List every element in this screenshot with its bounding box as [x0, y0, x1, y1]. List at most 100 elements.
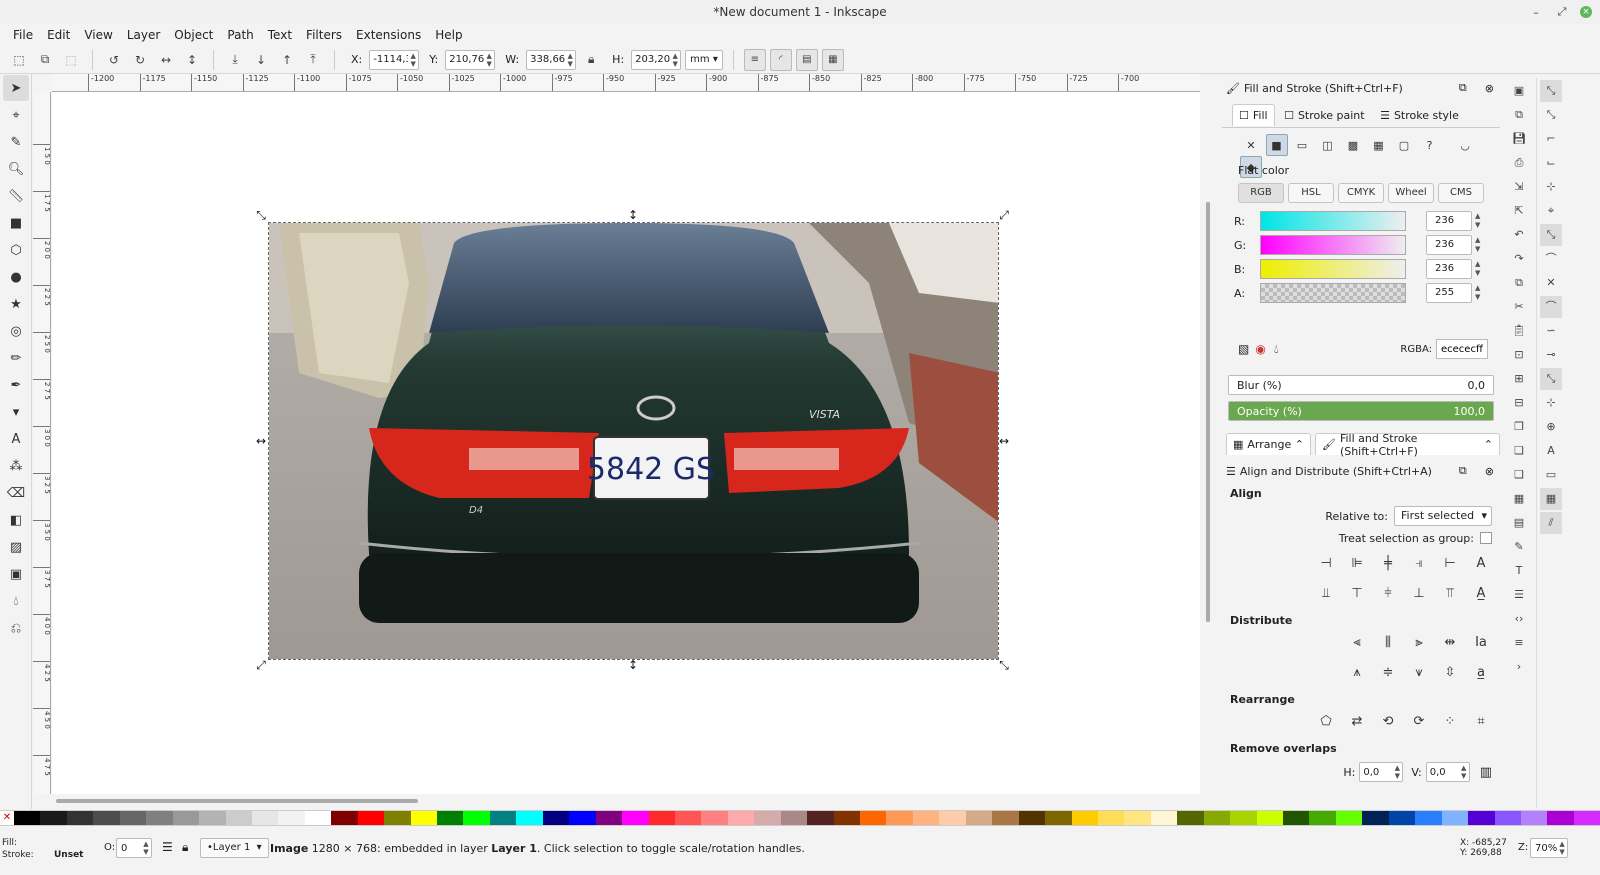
palette-swatch[interactable] — [727, 811, 755, 825]
selector-tool-icon[interactable]: ➤ — [3, 75, 29, 101]
blue-value[interactable]: 236 — [1426, 259, 1472, 279]
scale-handle-e[interactable]: ↔ — [997, 434, 1011, 448]
exchange-selection-order-icon[interactable]: ⇄ — [1346, 710, 1368, 732]
align-baseline-icon[interactable]: A̲ — [1470, 582, 1492, 604]
swatch-icon[interactable]: ▢ — [1393, 134, 1415, 156]
text-font-icon[interactable]: T — [1508, 560, 1530, 582]
palette-swatch[interactable] — [489, 811, 517, 825]
current-layer-select[interactable]: •Layer 1 ▾ — [200, 838, 269, 858]
redo-icon[interactable]: ↷ — [1508, 248, 1530, 270]
palette-swatch[interactable] — [1150, 811, 1178, 825]
measure-tool-icon[interactable]: 📏︎ — [3, 183, 29, 209]
x-input[interactable] — [370, 54, 409, 65]
flip-vertical-icon[interactable]: ↕ — [181, 49, 203, 71]
palette-swatch[interactable] — [40, 811, 67, 825]
unclump-icon[interactable]: ⌗ — [1470, 710, 1492, 732]
mode-cmyk[interactable]: CMYK — [1338, 183, 1384, 203]
palette-swatch[interactable] — [1520, 811, 1548, 825]
eraser-tool-icon[interactable]: ⌫ — [3, 480, 29, 506]
palette-swatch[interactable] — [595, 811, 623, 825]
overlap-h-field[interactable]: ▲▼ — [1359, 762, 1404, 782]
distribute-bottom-icon[interactable]: ⩛ — [1408, 661, 1430, 683]
tab-fill-stroke[interactable]: 🖌︎ Fill and Stroke (Shift+Ctrl+F) ⌃ — [1314, 432, 1500, 458]
fill-stroke-dialog-icon[interactable]: ✎ — [1508, 536, 1530, 558]
select-all-layers-icon[interactable]: ⧉ — [34, 49, 56, 71]
menu-extensions[interactable]: Extensions — [349, 28, 428, 42]
paint-bucket-icon[interactable]: ◧ — [3, 507, 29, 533]
palette-swatch[interactable] — [1547, 811, 1574, 825]
palette-swatch[interactable] — [992, 811, 1019, 825]
spin-arrows-icon[interactable]: ▲ ▼ — [141, 840, 151, 856]
distribute-baselines-h-icon[interactable]: Ia — [1470, 631, 1492, 653]
palette-swatch[interactable] — [410, 811, 437, 825]
mode-cms[interactable]: CMS — [1438, 183, 1484, 203]
dock-icon[interactable]: ⧉ — [1459, 81, 1467, 95]
red-slider[interactable] — [1260, 211, 1406, 231]
palette-swatch[interactable] — [199, 811, 226, 825]
palette-swatch[interactable] — [674, 811, 702, 825]
zoom-drawing-icon[interactable]: ⊞ — [1508, 368, 1530, 390]
palette-swatch[interactable] — [1335, 811, 1363, 825]
align-left-edges-icon[interactable]: ⊫ — [1346, 552, 1368, 574]
more-icon[interactable]: › — [1508, 656, 1530, 678]
rotate-ccw-icon[interactable]: ↺ — [103, 49, 125, 71]
gradient-tool-icon[interactable]: ▨ — [3, 534, 29, 560]
spin-arrows-icon[interactable]: ▲ ▼ — [1475, 260, 1480, 278]
x-field[interactable]: ▲▼ — [369, 49, 420, 70]
tab-fill[interactable]: ☐ Fill — [1232, 104, 1275, 126]
blur-control[interactable]: Blur (%) 0,0 — [1228, 375, 1494, 395]
opacity-control[interactable]: Opacity (%) 100,0 — [1228, 401, 1494, 421]
palette-swatch[interactable] — [384, 811, 411, 825]
clone-icon[interactable]: ❏ — [1508, 440, 1530, 462]
scale-handle-se[interactable]: ⤡ — [997, 658, 1011, 672]
scale-handle-sw[interactable]: ⤢ — [254, 658, 268, 672]
snap-bbox-midpoints-icon[interactable]: ⊹ — [1540, 176, 1562, 198]
close-panel-icon[interactable]: ⊗ — [1485, 82, 1494, 95]
palette-swatch[interactable] — [1203, 811, 1231, 825]
palette-swatch[interactable] — [1230, 811, 1257, 825]
palette-swatch[interactable] — [1283, 811, 1310, 825]
align-right-edges-icon[interactable]: ⫣ — [1408, 552, 1430, 574]
scale-handle-n[interactable]: ↕ — [626, 208, 640, 222]
palette-swatch[interactable] — [542, 811, 570, 825]
palette-swatch[interactable] — [1071, 811, 1098, 825]
palette-swatch[interactable] — [807, 811, 834, 825]
snap-smooth-nodes-icon[interactable]: ∽ — [1540, 320, 1562, 342]
box3d-tool-icon[interactable]: ⬡ — [3, 237, 29, 263]
dropper-icon[interactable]: 💧︎ — [1274, 342, 1279, 357]
zoom-page-icon[interactable]: ⊟ — [1508, 392, 1530, 414]
scroll-thumb[interactable] — [1206, 202, 1210, 622]
flip-horizontal-icon[interactable]: ↔ — [155, 49, 177, 71]
menu-path[interactable]: Path — [220, 28, 260, 42]
menu-view[interactable]: View — [77, 28, 119, 42]
distribute-left-icon[interactable]: ⫷ — [1346, 631, 1368, 653]
distribute-gaps-v-icon[interactable]: ⇳ — [1439, 661, 1461, 683]
snap-cusp-nodes-icon[interactable]: ⌒ — [1540, 296, 1562, 318]
snap-bbox-centers-icon[interactable]: ⌖ — [1540, 200, 1562, 222]
distribute-centers-h-icon[interactable]: ⫼ — [1377, 631, 1399, 653]
spin-arrows-icon[interactable]: ▲ ▼ — [1475, 212, 1480, 230]
paste-icon[interactable]: 📋︎ — [1508, 320, 1530, 342]
lock-ratio-icon[interactable]: 🔒︎ — [580, 49, 602, 71]
menu-file[interactable]: File — [6, 28, 40, 42]
dropper-tool-icon[interactable]: 💧︎ — [3, 588, 29, 614]
print-icon[interactable]: ⎙ — [1508, 152, 1530, 174]
snap-bbox-corners-icon[interactable]: ⌙ — [1540, 152, 1562, 174]
tweak-tool-icon[interactable]: ✎ — [3, 129, 29, 155]
snap-nodes-icon[interactable]: ⤡ — [1540, 224, 1562, 246]
zoom-field[interactable]: 70% ▲ ▼ — [1530, 838, 1568, 858]
unlink-clone-icon[interactable]: ❑ — [1508, 464, 1530, 486]
palette-swatch[interactable] — [251, 811, 279, 825]
overlap-v-input[interactable] — [1426, 766, 1459, 778]
spray-tool-icon[interactable]: ⁂ — [3, 453, 29, 479]
unset-paint-icon[interactable]: ? — [1419, 134, 1441, 156]
palette-swatch[interactable] — [912, 811, 940, 825]
select-all-icon[interactable]: ⬚ — [8, 49, 30, 71]
distribute-right-icon[interactable]: ⫸ — [1408, 631, 1430, 653]
palette-swatch[interactable] — [1415, 811, 1442, 825]
palette-swatch[interactable] — [1388, 811, 1416, 825]
new-document-icon[interactable]: ▣ — [1508, 80, 1530, 102]
palette-swatch[interactable] — [886, 811, 913, 825]
palette-swatch[interactable] — [1494, 811, 1521, 825]
maximize-icon[interactable]: ⤢ — [1554, 5, 1570, 19]
